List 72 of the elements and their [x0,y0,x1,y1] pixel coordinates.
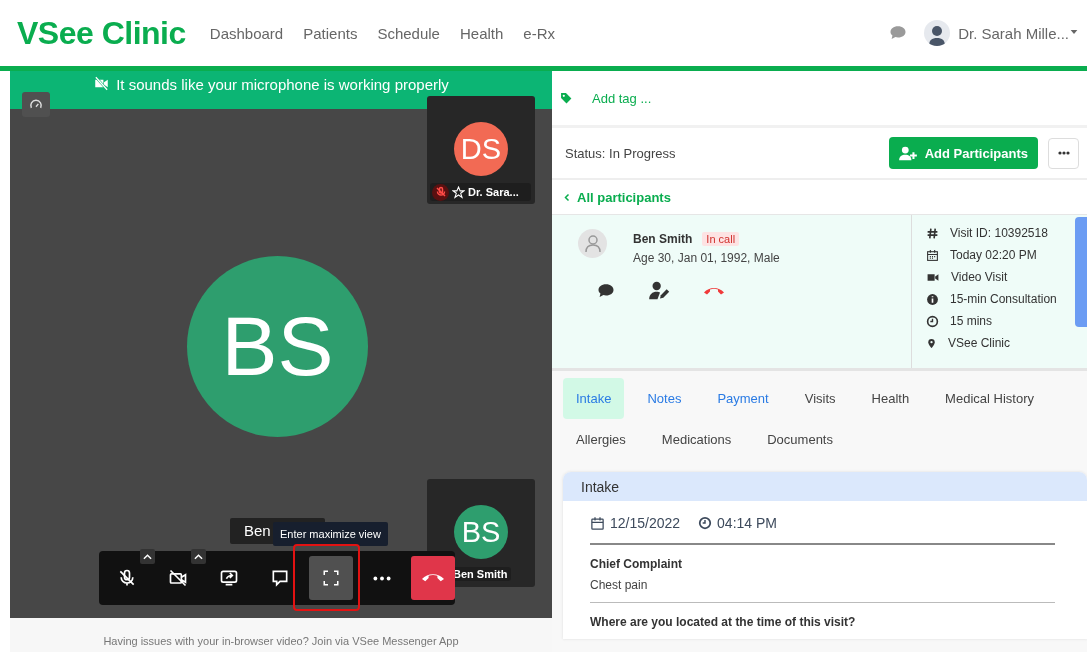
tab[interactable]: Health [858,378,923,419]
mic-off-icon [117,568,137,588]
more-icon [1057,151,1070,155]
visit-detail: VSee Clinic [948,336,1011,350]
tab[interactable]: Allergies [563,419,639,460]
field-label: Chief Complaint [590,557,683,571]
field-label: Where are you located at the time of this visit? [590,615,857,629]
visit-detail: Today 02:20 PM [950,248,1037,262]
nav-link[interactable]: Patients [303,24,358,42]
chevron-left-icon [564,192,570,202]
tab[interactable]: Visits [791,378,849,419]
visit-detail: 15 mins [950,314,993,328]
add-tag-link[interactable]: Add tag ... [592,90,652,106]
maximize-icon [322,569,340,587]
patient-name: Ben Smith [633,232,693,246]
hangup-button[interactable] [411,556,455,600]
highlight-frame [293,544,360,611]
field-value: Chest pain [590,578,649,592]
participant-tile[interactable]: DS Dr. Sara... [427,96,535,204]
tab[interactable]: Payment [704,378,782,419]
calendar-icon [590,515,605,531]
tab[interactable]: Intake [563,378,625,419]
tooltip: Enter maximize view [273,522,388,546]
visit-detail: Video Visit [951,270,1008,284]
clock-icon [698,516,713,530]
menu-caret[interactable] [140,549,155,564]
help-text: Having issues with your in-browser video? Join via VSee Messenger App [103,635,459,647]
chat-icon [270,568,290,588]
camera-off-icon [93,76,111,91]
nav-link[interactable]: Dashboard [209,24,284,42]
status-badge: In call [702,232,740,246]
intake-time: 04:14 PM [717,515,777,531]
muted-icon [432,183,449,201]
hash-icon [926,226,939,240]
speed-button[interactable] [22,92,50,117]
tab[interactable]: Medical History [932,378,1047,419]
screen-share-icon [219,568,239,588]
visit-detail: 15-min Consultation [950,292,1057,306]
tag-icon [559,91,574,105]
card-title: Intake [581,478,620,495]
add-user-icon [898,145,917,161]
user-name[interactable]: Dr. Sarah Mille... [958,24,1069,42]
tab[interactable]: Medications [648,419,745,460]
camera-off-icon [168,568,188,588]
visit-detail: Visit ID: 10392518 [950,226,1048,240]
star-icon [452,185,465,199]
intake-date: 12/15/2022 [610,515,681,531]
participant-name: Dr. Sara... [468,186,519,198]
maximize-button[interactable] [309,556,353,600]
avatar-initials: BS [187,256,368,437]
nav-link[interactable]: Schedule [377,24,440,42]
avatar-initials: DS [454,122,508,176]
status-text: Status: In Progress [565,145,677,161]
tab[interactable]: Notes [634,378,695,419]
menu-caret[interactable] [191,549,206,564]
map-pin-icon [926,336,937,350]
nav-link[interactable]: e-Rx [523,24,555,42]
avatar-icon [578,229,607,258]
calendar-icon [926,248,939,262]
more-icon [373,575,391,581]
hang-up-icon [704,287,724,295]
edit-user-icon [648,281,672,301]
patient-details: Age 30, Jan 01, 1992, Male [633,251,780,265]
avatar-initials: BS [454,505,508,559]
info-icon [926,292,939,306]
clock-icon [926,314,939,328]
user-avatar[interactable] [924,20,951,46]
tab[interactable]: Documents [754,419,846,460]
hang-up-icon [422,573,444,583]
nav-link[interactable]: Health [459,24,504,42]
banner-text: It sounds like your microphone is working properly [116,76,449,93]
chat-icon [596,282,616,300]
